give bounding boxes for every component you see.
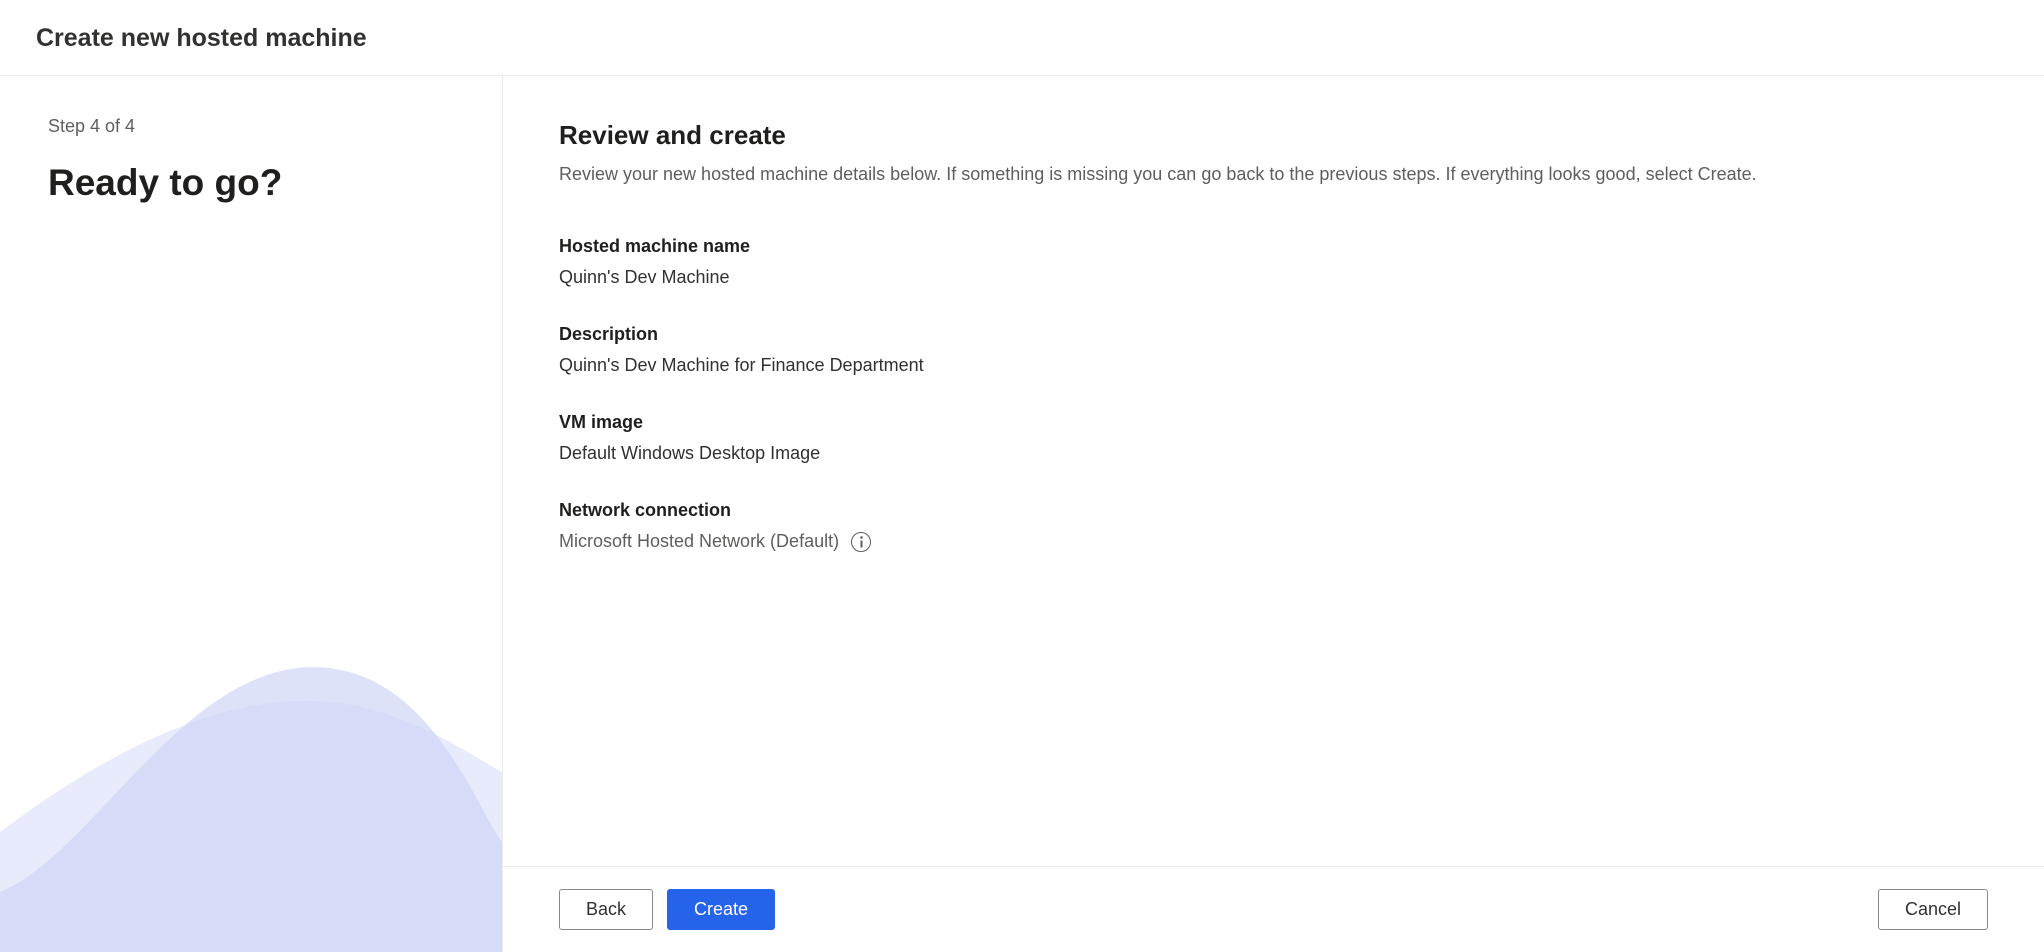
review-item-network: Network connection Microsoft Hosted Netw… (559, 500, 1988, 552)
page-title: Create new hosted machine (36, 24, 2008, 53)
review-value-name: Quinn's Dev Machine (559, 267, 1988, 288)
review-label-vmimage: VM image (559, 412, 1988, 433)
review-value-vmimage: Default Windows Desktop Image (559, 443, 1988, 464)
back-button[interactable]: Back (559, 889, 653, 930)
step-indicator: Step 4 of 4 (48, 116, 454, 137)
wave-illustration (0, 572, 502, 952)
review-value-network-text: Microsoft Hosted Network (Default) (559, 531, 839, 552)
content-title: Review and create (559, 120, 1988, 151)
cancel-button[interactable]: Cancel (1878, 889, 1988, 930)
wizard-footer: Back Create Cancel (503, 866, 2044, 952)
review-item-description: Description Quinn's Dev Machine for Fina… (559, 324, 1988, 376)
wizard-main: Review and create Review your new hosted… (503, 76, 2044, 952)
page-header: Create new hosted machine (0, 0, 2044, 76)
wizard-sidebar: Step 4 of 4 Ready to go? (0, 76, 503, 952)
step-title: Ready to go? (48, 161, 454, 205)
review-item-vmimage: VM image Default Windows Desktop Image (559, 412, 1988, 464)
content-subtitle: Review your new hosted machine details b… (559, 161, 1988, 188)
review-item-name: Hosted machine name Quinn's Dev Machine (559, 236, 1988, 288)
review-label-description: Description (559, 324, 1988, 345)
page-body: Step 4 of 4 Ready to go? Review and crea… (0, 76, 2044, 952)
footer-left: Back Create (559, 889, 775, 930)
review-value-description: Quinn's Dev Machine for Finance Departme… (559, 355, 1988, 376)
review-value-network: Microsoft Hosted Network (Default) (559, 531, 1988, 552)
footer-right: Cancel (1878, 889, 1988, 930)
wizard-content: Review and create Review your new hosted… (503, 76, 2044, 866)
info-icon[interactable] (851, 532, 871, 552)
review-label-name: Hosted machine name (559, 236, 1988, 257)
review-label-network: Network connection (559, 500, 1988, 521)
create-button[interactable]: Create (667, 889, 775, 930)
